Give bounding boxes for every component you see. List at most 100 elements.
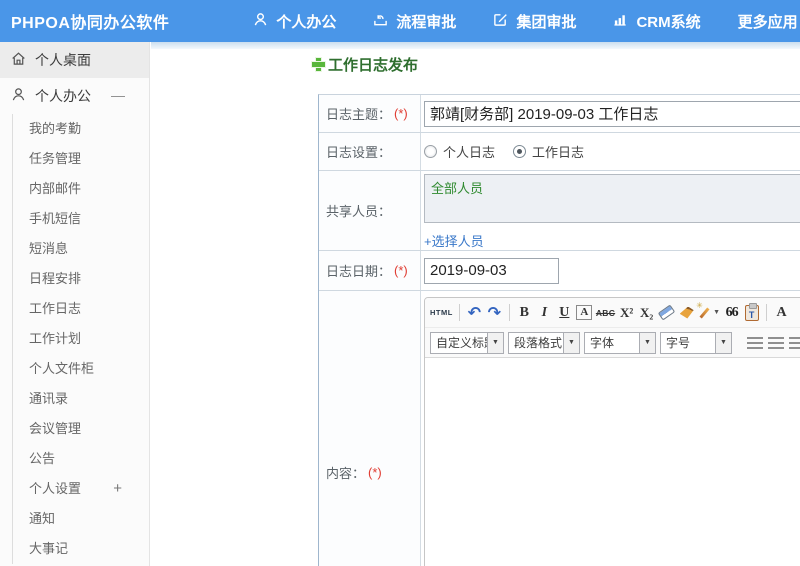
sidebar-item-label: 我的考勤 [29, 121, 82, 136]
eraser-button[interactable] [657, 302, 676, 323]
bold-button[interactable]: B [516, 302, 533, 323]
broom-icon [679, 306, 694, 319]
align-right-button[interactable] [788, 332, 800, 353]
radio-checked-icon[interactable] [513, 145, 527, 158]
sidebar-submenu-item[interactable]: 任务管理 [13, 144, 149, 174]
paragraph-format-select[interactable]: 段落格式 ▼ [508, 331, 580, 354]
font-style-button[interactable]: A [576, 302, 593, 323]
sidebar-submenu-item[interactable]: 公告 [13, 444, 149, 474]
sidebar-submenu: 我的考勤 任务管理 内部邮件 手机短信 短消息 日程安排 工作日志 工作计划 个… [12, 114, 149, 564]
select-caret-icon: ▼ [563, 332, 579, 353]
custom-heading-select[interactable]: 自定义标题 ▼ [430, 331, 504, 354]
share-members-box[interactable]: 全部人员 [424, 174, 800, 223]
align-center-button[interactable] [767, 332, 784, 353]
sidebar-submenu-item[interactable]: 大事记 [13, 534, 149, 564]
required-mark: (*) [394, 263, 408, 278]
sidebar-item-label: 手机短信 [29, 211, 82, 226]
editor-toolbar-row1: HTML ↶ ↷ B I U A ABC X² X₂ ▼ [425, 298, 800, 328]
redo-button[interactable]: ↷ [486, 302, 503, 323]
subject-input[interactable] [424, 100, 800, 127]
align-center-icon [767, 336, 784, 349]
settings-label: 日志设置： [326, 145, 392, 160]
nav-label: CRM系统 [636, 13, 701, 31]
required-mark: (*) [368, 465, 382, 480]
nav-item-more-apps[interactable]: 更多应用 [738, 11, 798, 32]
sidebar-item-label: 短消息 [29, 241, 69, 256]
font-family-select[interactable]: 字体 ▼ [584, 331, 656, 354]
radio-option-personal-log[interactable]: 个人日志 [424, 142, 495, 161]
nav-item-crm-system[interactable]: CRM系统 [613, 11, 701, 32]
radio-label: 个人日志 [443, 145, 496, 160]
sidebar-submenu-item[interactable]: 会议管理 [13, 414, 149, 444]
select-caret-icon: ▼ [639, 332, 655, 353]
eraser-icon [657, 304, 676, 321]
radio-label: 工作日志 [532, 145, 585, 160]
home-icon [11, 51, 26, 69]
clean-format-button[interactable] [678, 302, 695, 323]
radio-option-work-log[interactable]: 工作日志 [513, 142, 584, 161]
nav-label: 个人办公 [276, 13, 337, 31]
nav-item-personal-office[interactable]: 个人办公 [253, 11, 336, 32]
sidebar-submenu-item[interactable]: 个人文件柜 [13, 354, 149, 384]
sidebar-item-label: 公告 [29, 451, 56, 466]
sidebar-submenu-item[interactable]: 工作日志 [13, 294, 149, 324]
superscript-button[interactable]: X² [618, 302, 635, 323]
sidebar-group-personal-office[interactable]: 个人办公 — [0, 78, 149, 114]
sidebar-item-label: 大事记 [29, 541, 69, 556]
nav-label: 流程审批 [396, 13, 457, 31]
sidebar-submenu-item[interactable]: 通讯录 [13, 384, 149, 414]
form-row-subject: 日志主题： (*) [319, 95, 800, 133]
date-input[interactable] [424, 257, 559, 284]
undo-button[interactable]: ↶ [466, 302, 483, 323]
sidebar-submenu-item[interactable]: 工作计划 [13, 324, 149, 354]
rich-text-editor: HTML ↶ ↷ B I U A ABC X² X₂ ▼ [424, 297, 800, 566]
nav-label: 更多应用 [737, 13, 798, 31]
nav-item-group-approval[interactable]: 集团审批 [493, 11, 576, 32]
align-left-icon [746, 336, 763, 349]
italic-button[interactable]: I [536, 302, 553, 323]
sidebar-submenu-item[interactable]: 通知 [13, 504, 149, 534]
boxed-a-icon: A [576, 305, 593, 320]
select-members-link[interactable]: +选择人员 [424, 231, 484, 250]
bar-chart-icon [613, 12, 628, 31]
sidebar-item-personal-desktop[interactable]: 个人桌面 [0, 42, 149, 78]
sidebar-submenu-item[interactable]: 内部邮件 [13, 174, 149, 204]
nav-item-process-approval[interactable]: 流程审批 [373, 11, 456, 32]
font-size-select[interactable]: 字号 ▼ [660, 331, 732, 354]
top-header-bar: PHPOA协同办公软件 个人办公 流程审批 集团审批 CRM系统 更多应用 [0, 0, 800, 42]
sidebar: 个人桌面 个人办公 — 我的考勤 任务管理 内部邮件 手机短信 短消息 日程安排… [0, 42, 150, 566]
process-approval-icon [373, 12, 388, 31]
underline-button[interactable]: U [556, 302, 573, 323]
expand-plus-icon[interactable]: + [113, 474, 122, 504]
strikethrough-button[interactable]: ABC [596, 302, 615, 323]
work-log-form: 日志主题： (*) 日志设置： 个人日志 工作日志 [318, 94, 800, 566]
sidebar-submenu-item[interactable]: 我的考勤 [13, 114, 149, 144]
html-source-button[interactable]: HTML [430, 302, 453, 323]
radio-unchecked-icon[interactable] [424, 145, 437, 158]
sidebar-item-label: 工作计划 [29, 331, 82, 346]
sidebar-item-label: 工作日志 [29, 301, 82, 316]
sidebar-submenu-item[interactable]: 日程安排 [13, 264, 149, 294]
editor-toolbar-row2: 自定义标题 ▼ 段落格式 ▼ 字体 ▼ 字号 ▼ [425, 328, 800, 358]
sidebar-submenu-item[interactable]: 手机短信 [13, 204, 149, 234]
top-nav: 个人办公 流程审批 集团审批 CRM系统 更多应用 [253, 11, 800, 32]
sidebar-submenu-item[interactable]: 个人设置 + [13, 474, 149, 504]
collapse-minus-icon[interactable]: — [111, 87, 125, 103]
subscript-button[interactable]: X₂ [638, 302, 655, 323]
sidebar-item-label: 通知 [29, 511, 56, 526]
align-left-button[interactable] [746, 332, 763, 353]
paste-text-button[interactable]: T [743, 302, 760, 323]
page-title-text: 工作日志发布 [328, 57, 419, 74]
sidebar-item-label: 任务管理 [29, 151, 82, 166]
blockquote-button[interactable]: 66 [723, 302, 740, 323]
sidebar-item-label: 个人桌面 [35, 52, 91, 68]
sidebar-item-label: 个人设置 [29, 481, 82, 496]
autoformat-button[interactable]: ▼ [696, 301, 720, 323]
editor-content-area[interactable] [425, 358, 800, 566]
app-title: PHPOA协同办公软件 [11, 15, 170, 32]
sidebar-submenu-item[interactable]: 短消息 [13, 234, 149, 264]
align-right-icon [788, 336, 800, 349]
font-color-button[interactable]: A [773, 302, 790, 323]
form-row-share-members: 共享人员： 全部人员 +选择人员 [319, 171, 800, 251]
page-title: 工作日志发布 [312, 54, 418, 75]
